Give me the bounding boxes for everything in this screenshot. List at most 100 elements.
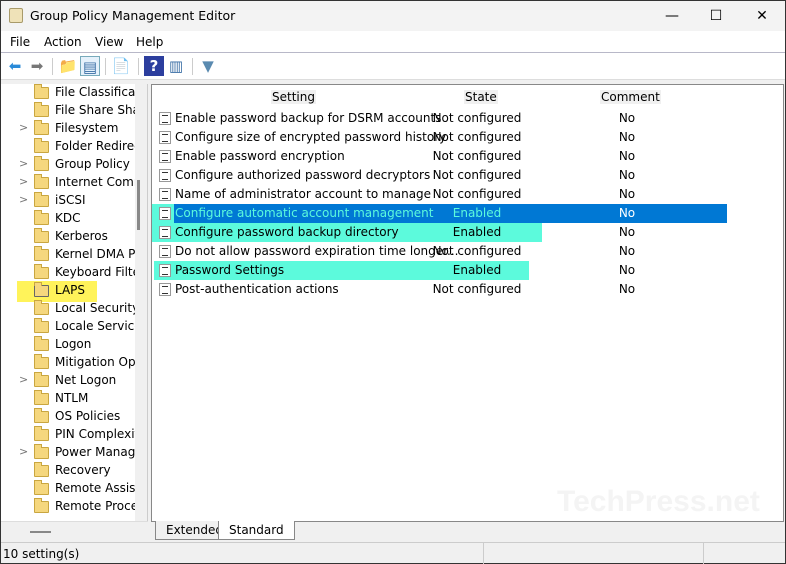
tree-item[interactable]: Recovery: [1, 462, 135, 480]
setting-comment: No: [618, 263, 636, 277]
tree-item-label: Local Security: [55, 301, 135, 315]
menu-help[interactable]: Help: [136, 35, 163, 49]
policy-setting-icon: [159, 264, 171, 277]
policy-setting-icon: [159, 283, 171, 296]
menu-view[interactable]: View: [95, 35, 123, 49]
tree-item[interactable]: > Net Logon: [1, 372, 135, 390]
tree-item[interactable]: File Share Shad: [1, 102, 135, 120]
folder-icon: [34, 174, 49, 189]
tree-item-label: Kernel DMA P: [55, 247, 135, 261]
tree-item-label: Remote Proce: [55, 499, 135, 513]
title-bar: Group Policy Management Editor — ☐ ✕: [1, 1, 785, 31]
folder-icon: [34, 444, 49, 459]
show-hide-tree-button[interactable]: ▤: [80, 56, 100, 76]
tab-standard[interactable]: Standard: [218, 521, 295, 540]
chevron-right-icon[interactable]: >: [19, 157, 28, 170]
setting-row[interactable]: Configure password backup directory Enabl…: [152, 223, 752, 242]
tree-item[interactable]: Kernel DMA P: [1, 246, 135, 264]
filter-button[interactable]: ▼: [198, 56, 218, 76]
folder-icon: [34, 372, 49, 387]
chevron-right-icon[interactable]: >: [19, 445, 28, 458]
folder-icon: [34, 462, 49, 477]
setting-comment: No: [618, 130, 636, 144]
tree-item-label: File Classificat: [55, 85, 135, 99]
chevron-right-icon[interactable]: >: [19, 121, 28, 134]
forward-arrow-button[interactable]: ➡: [27, 56, 47, 76]
tree-item-label: Power Manag: [55, 445, 135, 459]
tree-vertical-scrollbar[interactable]: [135, 84, 147, 521]
tree-item-label: Folder Redirec: [55, 139, 135, 153]
tree-item[interactable]: Remote Assist: [1, 480, 135, 498]
policy-setting-icon: [159, 131, 171, 144]
tree-item[interactable]: Local Security: [1, 300, 135, 318]
setting-row[interactable]: Configure authorized password decryptors…: [152, 166, 752, 185]
toolbar-separator: [192, 58, 193, 75]
toolbar-separator: [105, 58, 106, 75]
column-header-state[interactable]: State: [464, 90, 498, 104]
tree-item[interactable]: OS Policies: [1, 408, 135, 426]
tree-item-label: Recovery: [55, 463, 111, 477]
view-tabs: Extended Standard: [151, 521, 784, 542]
chevron-right-icon[interactable]: >: [19, 193, 28, 206]
setting-row[interactable]: Configure automatic account management En…: [152, 204, 752, 223]
folder-icon: [34, 228, 49, 243]
minimize-button[interactable]: —: [657, 6, 687, 26]
folder-icon: [34, 138, 49, 153]
chevron-right-icon[interactable]: >: [19, 175, 28, 188]
setting-row[interactable]: Configure size of encrypted password his…: [152, 128, 752, 147]
setting-row[interactable]: Enable password backup for DSRM accounts…: [152, 109, 752, 128]
toolbar-separator: [138, 58, 139, 75]
forward-arrow-icon: ➡: [30, 57, 44, 75]
setting-row[interactable]: Name of administrator account to manage N…: [152, 185, 752, 204]
column-header-comment[interactable]: Comment: [600, 90, 661, 104]
menu-bar: File Action View Help: [1, 31, 785, 53]
tree-item[interactable]: > Power Manag: [1, 444, 135, 462]
setting-state: Not configured: [432, 244, 522, 258]
export-list-button[interactable]: 📄: [111, 56, 131, 76]
watermark: TechPress.net: [557, 485, 760, 518]
tree-item[interactable]: Keyboard Filte: [1, 264, 135, 282]
setting-state: Not configured: [432, 168, 522, 182]
close-button[interactable]: ✕: [747, 6, 777, 26]
tree-scrollbar-thumb[interactable]: [137, 180, 140, 230]
chevron-right-icon[interactable]: >: [19, 373, 28, 386]
setting-row[interactable]: Password Settings Enabled No: [152, 261, 752, 280]
tree-item[interactable]: File Classificat: [1, 84, 135, 102]
tree-horizontal-scrollbar[interactable]: [1, 521, 148, 542]
tree-item[interactable]: Logon: [1, 336, 135, 354]
menu-action[interactable]: Action: [44, 35, 82, 49]
tree-item[interactable]: LAPS: [1, 282, 135, 300]
tree-item[interactable]: > Filesystem: [1, 120, 135, 138]
menu-file[interactable]: File: [10, 35, 30, 49]
tree-item[interactable]: Folder Redirec: [1, 138, 135, 156]
tree-item[interactable]: Locale Service: [1, 318, 135, 336]
show-action-pane-icon: ▥: [168, 57, 184, 75]
setting-name: Configure authorized password decryptors: [175, 168, 431, 182]
setting-name: Configure automatic account management: [175, 206, 434, 220]
tree-item[interactable]: PIN Complexit: [1, 426, 135, 444]
tree-item[interactable]: > Group Policy: [1, 156, 135, 174]
setting-state: Not configured: [432, 149, 522, 163]
setting-row[interactable]: Do not allow password expiration time lo…: [152, 242, 752, 261]
setting-name: Configure password backup directory: [175, 225, 399, 239]
tree-item[interactable]: NTLM: [1, 390, 135, 408]
tree-item[interactable]: KDC: [1, 210, 135, 228]
show-action-pane-button[interactable]: ▥: [166, 56, 186, 76]
setting-comment: No: [618, 225, 636, 239]
tree-item[interactable]: Remote Proce: [1, 498, 135, 516]
tree-item[interactable]: > Internet Comm: [1, 174, 135, 192]
tree-item[interactable]: > iSCSI: [1, 192, 135, 210]
status-text: 10 setting(s): [3, 547, 80, 561]
app-icon: [9, 8, 23, 23]
tree-item[interactable]: Mitigation Op: [1, 354, 135, 372]
up-folder-button[interactable]: 📁: [58, 56, 78, 76]
back-arrow-button[interactable]: ⬅: [5, 56, 25, 76]
tree-item[interactable]: Kerberos: [1, 228, 135, 246]
help-button[interactable]: ?: [144, 56, 164, 76]
tree-item-label: Mitigation Op: [55, 355, 135, 369]
setting-row[interactable]: Enable password encryption Not configured…: [152, 147, 752, 166]
setting-name: Enable password backup for DSRM accounts: [175, 111, 442, 125]
column-header-setting[interactable]: Setting: [271, 90, 316, 104]
setting-row[interactable]: Post-authentication actions Not configure…: [152, 280, 752, 299]
maximize-button[interactable]: ☐: [701, 6, 731, 26]
